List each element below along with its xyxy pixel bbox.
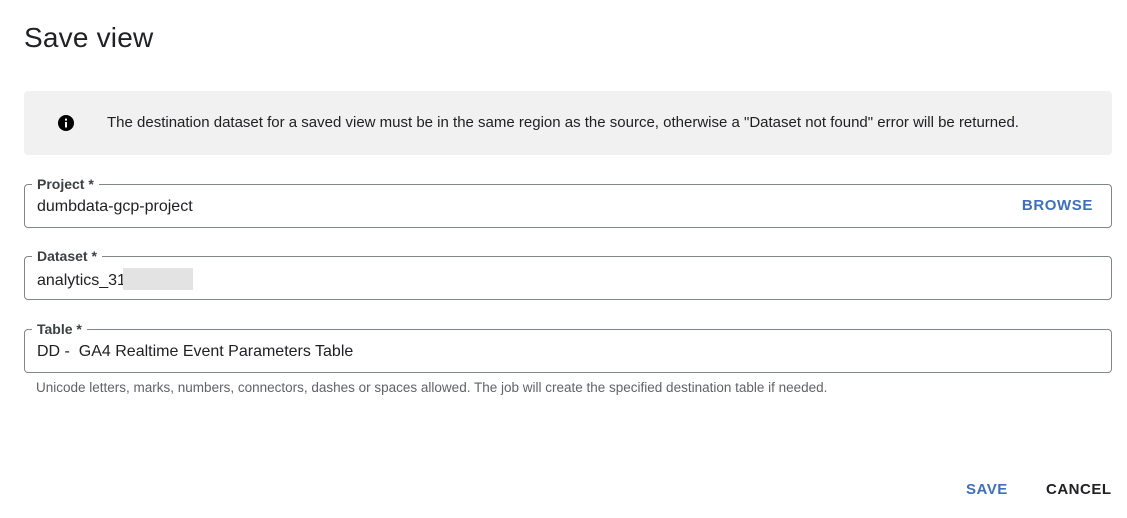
project-input[interactable] bbox=[37, 198, 997, 216]
project-label: Project * bbox=[32, 175, 99, 193]
save-button[interactable]: SAVE bbox=[966, 481, 1008, 498]
project-field[interactable]: Project * BROWSE bbox=[24, 175, 1112, 228]
save-view-dialog: Save view The destination dataset for a … bbox=[0, 0, 1127, 518]
dataset-field[interactable]: Dataset * analytics_31 bbox=[24, 247, 1112, 300]
cancel-button[interactable]: CANCEL bbox=[1046, 481, 1112, 498]
dataset-value: analytics_31 bbox=[37, 272, 126, 290]
browse-button[interactable]: BROWSE bbox=[1022, 197, 1093, 214]
info-icon bbox=[58, 115, 74, 131]
redacted-block bbox=[122, 268, 193, 290]
table-label: Table * bbox=[32, 320, 87, 338]
table-field[interactable]: Table * bbox=[24, 320, 1112, 373]
info-banner: The destination dataset for a saved view… bbox=[24, 91, 1112, 155]
dialog-title: Save view bbox=[24, 22, 154, 53]
table-input[interactable] bbox=[37, 343, 997, 361]
info-banner-text: The destination dataset for a saved view… bbox=[107, 114, 1019, 131]
table-hint: Unicode letters, marks, numbers, connect… bbox=[36, 380, 828, 395]
dataset-input[interactable]: analytics_31 bbox=[37, 268, 997, 292]
dataset-label: Dataset * bbox=[32, 247, 102, 265]
